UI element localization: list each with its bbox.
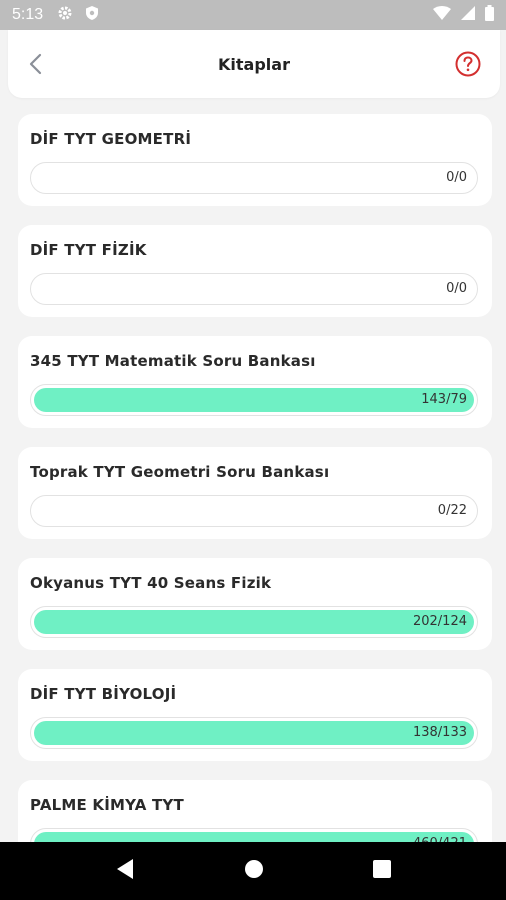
book-title: PALME KİMYA TYT [30, 796, 184, 814]
book-card[interactable]: Toprak TYT Geometri Soru Bankası 0/22 [18, 447, 492, 539]
progress-bar: 0/22 [30, 495, 478, 527]
recents-square-icon[interactable] [373, 860, 392, 882]
progress-label: 0/0 [446, 281, 467, 296]
progress-label: 460/421 [413, 829, 467, 842]
back-triangle-icon[interactable] [115, 858, 135, 884]
progress-bar: 460/421 [30, 828, 478, 842]
progress-label: 138/133 [412, 725, 467, 740]
system-nav-bar [0, 842, 506, 900]
book-card[interactable]: DİF TYT FİZİK 0/0 [18, 225, 492, 317]
progress-fill [34, 388, 474, 412]
progress-label: 0/22 [437, 503, 467, 518]
page-title: Kitaplar [218, 54, 290, 74]
book-title: DİF TYT BİYOLOJİ [30, 685, 177, 703]
book-title: Toprak TYT Geometri Soru Bankası [30, 463, 330, 481]
progress-fill [34, 721, 474, 745]
help-circle-icon[interactable] [454, 50, 482, 78]
progress-label: 0/0 [446, 170, 467, 185]
shield-icon [85, 5, 99, 26]
signal-icon [461, 5, 475, 25]
book-card[interactable]: 345 TYT Matematik Soru Bankası 143/79 [18, 336, 492, 428]
book-card[interactable]: Okyanus TYT 40 Seans Fizik 202/124 [18, 558, 492, 650]
gear-icon [57, 5, 73, 26]
progress-bar: 138/133 [30, 717, 478, 749]
book-title: DİF TYT FİZİK [30, 241, 147, 259]
book-title: DİF TYT GEOMETRİ [30, 130, 192, 148]
wifi-icon [433, 5, 451, 25]
progress-bar: 0/0 [30, 162, 478, 194]
battery-icon [485, 4, 494, 26]
progress-bar: 202/124 [30, 606, 478, 638]
status-bar: 5:13 [0, 0, 506, 30]
status-time: 5:13 [12, 6, 44, 23]
book-title: 345 TYT Matematik Soru Bankası [30, 352, 316, 370]
progress-label: 143/79 [421, 392, 467, 407]
book-list[interactable]: DİF TYT GEOMETRİ 0/0 DİF TYT FİZİK 0/0 3… [18, 114, 492, 842]
progress-label: 202/124 [412, 614, 467, 629]
book-title: Okyanus TYT 40 Seans Fizik [30, 574, 272, 592]
book-card[interactable]: DİF TYT BİYOLOJİ 138/133 [18, 669, 492, 761]
book-card[interactable]: DİF TYT GEOMETRİ 0/0 [18, 114, 492, 206]
home-circle-icon[interactable] [244, 859, 264, 883]
progress-fill [34, 832, 474, 842]
progress-bar: 0/0 [30, 273, 478, 305]
progress-fill [34, 610, 474, 634]
app-header: Kitaplar [8, 30, 500, 98]
progress-bar: 143/79 [30, 384, 478, 416]
book-card[interactable]: PALME KİMYA TYT 460/421 [18, 780, 492, 842]
